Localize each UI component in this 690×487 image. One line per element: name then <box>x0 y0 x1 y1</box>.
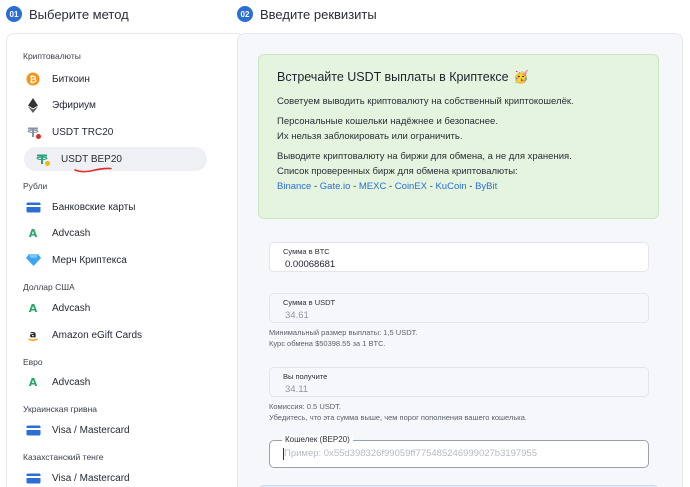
method-item-label: Advcash <box>52 376 91 388</box>
method-item-visa-uah[interactable]: Visa / Mastercard <box>19 418 201 442</box>
method-item-usdt-trc20[interactable]: USDT TRC20 <box>19 120 201 144</box>
method-item-advcash-rub[interactable]: A Advcash <box>19 221 201 245</box>
bank-card-icon <box>25 470 41 486</box>
banner-line: Советуем выводить криптовалюту на собств… <box>277 96 574 107</box>
usdt-hint: Минимальный размер выплаты: 1,5 USDT. Ку… <box>269 327 417 349</box>
red-underline-annotation <box>74 167 112 173</box>
advcash-icon: A <box>25 374 41 390</box>
step-2-title: Введите реквизиты <box>260 6 377 22</box>
group-label-usd: Доллар США <box>23 282 75 292</box>
method-item-label: USDT TRC20 <box>52 126 114 138</box>
separator: - <box>386 181 395 192</box>
method-item-advcash-usd[interactable]: A Advcash <box>19 296 201 320</box>
group-label-rub: Рубли <box>23 181 48 191</box>
btc-amount-field[interactable]: Сумма в BTC 0.00068681 <box>269 242 649 272</box>
network-dot-icon <box>45 161 50 166</box>
method-item-usdt-bep20[interactable]: USDT BEP20 <box>24 147 207 173</box>
network-dot-icon <box>36 134 41 139</box>
banner-line: Их нельзя заблокировать или ограничить. <box>277 131 463 142</box>
details-panel: Встречайте USDT выплаты в Криптексе 🥳 Со… <box>237 33 683 487</box>
banner-line: Список проверенных бирж для обмена крипт… <box>277 166 518 177</box>
banner-line: Персональные кошельки надёжнее и безопас… <box>277 116 498 127</box>
svg-text:A: A <box>29 302 38 315</box>
exchange-rate-hint: Курс обмена $50398.55 за 1 BTC. <box>269 339 386 348</box>
btc-amount-label: Сумма в BTC <box>283 247 330 256</box>
group-label-kzt: Казахстанский тенге <box>23 452 104 462</box>
method-item-label: Банковские карты <box>52 201 136 213</box>
method-item-label: Amazon eGift Cards <box>52 329 143 341</box>
method-item-label: Visa / Mastercard <box>52 424 130 436</box>
method-item-label: Visa / Mastercard <box>52 472 130 484</box>
commission-hint: Комиссия: 0.5 USDT. <box>269 402 341 411</box>
bitcoin-icon: ₿ <box>25 71 41 87</box>
exchange-link-coinex[interactable]: CoinEX <box>395 181 427 192</box>
method-sidebar: Криптовалюты ₿ Биткоин Эфириум USDT TRC2… <box>6 33 245 487</box>
receive-amount-label: Вы получите <box>283 372 328 381</box>
banner-title: Встречайте USDT выплаты в Криптексе 🥳 <box>277 70 640 84</box>
method-item-advcash-eur[interactable]: A Advcash <box>19 370 201 394</box>
separator: - <box>350 181 359 192</box>
advcash-icon: A <box>25 225 41 241</box>
group-label-uah: Украинская гривна <box>23 404 97 414</box>
wallet-address-input[interactable] <box>284 448 624 459</box>
separator: - <box>466 181 476 192</box>
banner-title-text: Встречайте USDT выплаты в Криптексе <box>277 70 509 84</box>
method-item-bitcoin[interactable]: ₿ Биткоин <box>19 67 201 91</box>
svg-text:a: a <box>30 330 37 341</box>
exchange-links: Binance - Gate.io - MEXC - CoinEX - KuCo… <box>277 179 640 194</box>
method-item-label: Advcash <box>52 227 91 239</box>
svg-text:₿: ₿ <box>29 74 36 85</box>
usdt-amount-value: 34.61 <box>285 310 309 321</box>
svg-text:A: A <box>29 227 38 240</box>
method-item-label: Advcash <box>52 302 91 314</box>
svg-text:A: A <box>29 376 38 389</box>
exchange-link-gateio[interactable]: Gate.io <box>320 181 351 192</box>
diamond-icon <box>25 252 41 268</box>
method-item-ethereum[interactable]: Эфириум <box>19 93 201 117</box>
usdt-promo-banner: Встречайте USDT выплаты в Криптексе 🥳 Со… <box>258 54 659 219</box>
separator: - <box>311 181 320 192</box>
step-1-header: 01 Выберите метод <box>6 6 129 22</box>
amazon-icon: a <box>25 327 41 343</box>
step-1-title: Выберите метод <box>29 6 129 22</box>
method-item-label: USDT BEP20 <box>61 153 122 165</box>
usdt-amount-label: Сумма в USDT <box>283 298 336 307</box>
btc-amount-value[interactable]: 0.00068681 <box>285 259 335 270</box>
party-emoji-icon: 🥳 <box>513 70 529 84</box>
method-item-label: Эфириум <box>52 99 96 111</box>
method-item-visa-kzt[interactable]: Visa / Mastercard <box>19 466 201 487</box>
threshold-hint: Убедитесь, что эта сумма выше, чем порог… <box>269 413 527 422</box>
method-item-amazon[interactable]: a Amazon eGift Cards <box>19 323 201 347</box>
receive-amount-value: 34.11 <box>285 384 309 395</box>
exchange-link-bybit[interactable]: ByBit <box>475 181 497 192</box>
exchange-link-mexc[interactable]: MEXC <box>359 181 386 192</box>
group-label-crypto: Криптовалюты <box>23 51 81 61</box>
usdt-amount-field: Сумма в USDT 34.61 <box>269 293 649 323</box>
tether-bep20-icon <box>34 151 50 167</box>
method-item-bank-cards[interactable]: Банковские карты <box>19 195 201 219</box>
group-label-eur: Евро <box>23 357 43 367</box>
receive-hint: Комиссия: 0.5 USDT. Убедитесь, что эта с… <box>269 401 527 423</box>
method-item-merch[interactable]: Мерч Криптекса <box>19 248 201 272</box>
exchange-link-kucoin[interactable]: KuCoin <box>435 181 466 192</box>
bank-card-icon <box>25 199 41 215</box>
advcash-icon: A <box>25 300 41 316</box>
bank-card-icon <box>25 422 41 438</box>
step-2-number: 02 <box>237 6 253 22</box>
ethereum-icon <box>25 97 41 113</box>
banner-line: Выводите криптовалюту на биржи для обмен… <box>277 151 572 162</box>
method-item-label: Биткоин <box>52 73 90 85</box>
wallet-address-label: Кошелек (BEP20) <box>282 435 353 444</box>
wallet-address-field[interactable]: Кошелек (BEP20) <box>269 435 649 468</box>
step-2-header: 02 Введите реквизиты <box>237 6 377 22</box>
tether-trc20-icon <box>25 124 41 140</box>
receive-amount-field: Вы получите 34.11 <box>269 367 649 397</box>
step-1-number: 01 <box>6 6 22 22</box>
min-payout-hint: Минимальный размер выплаты: 1,5 USDT. <box>269 328 418 337</box>
method-item-label: Мерч Криптекса <box>52 254 127 266</box>
exchange-link-binance[interactable]: Binance <box>277 181 311 192</box>
